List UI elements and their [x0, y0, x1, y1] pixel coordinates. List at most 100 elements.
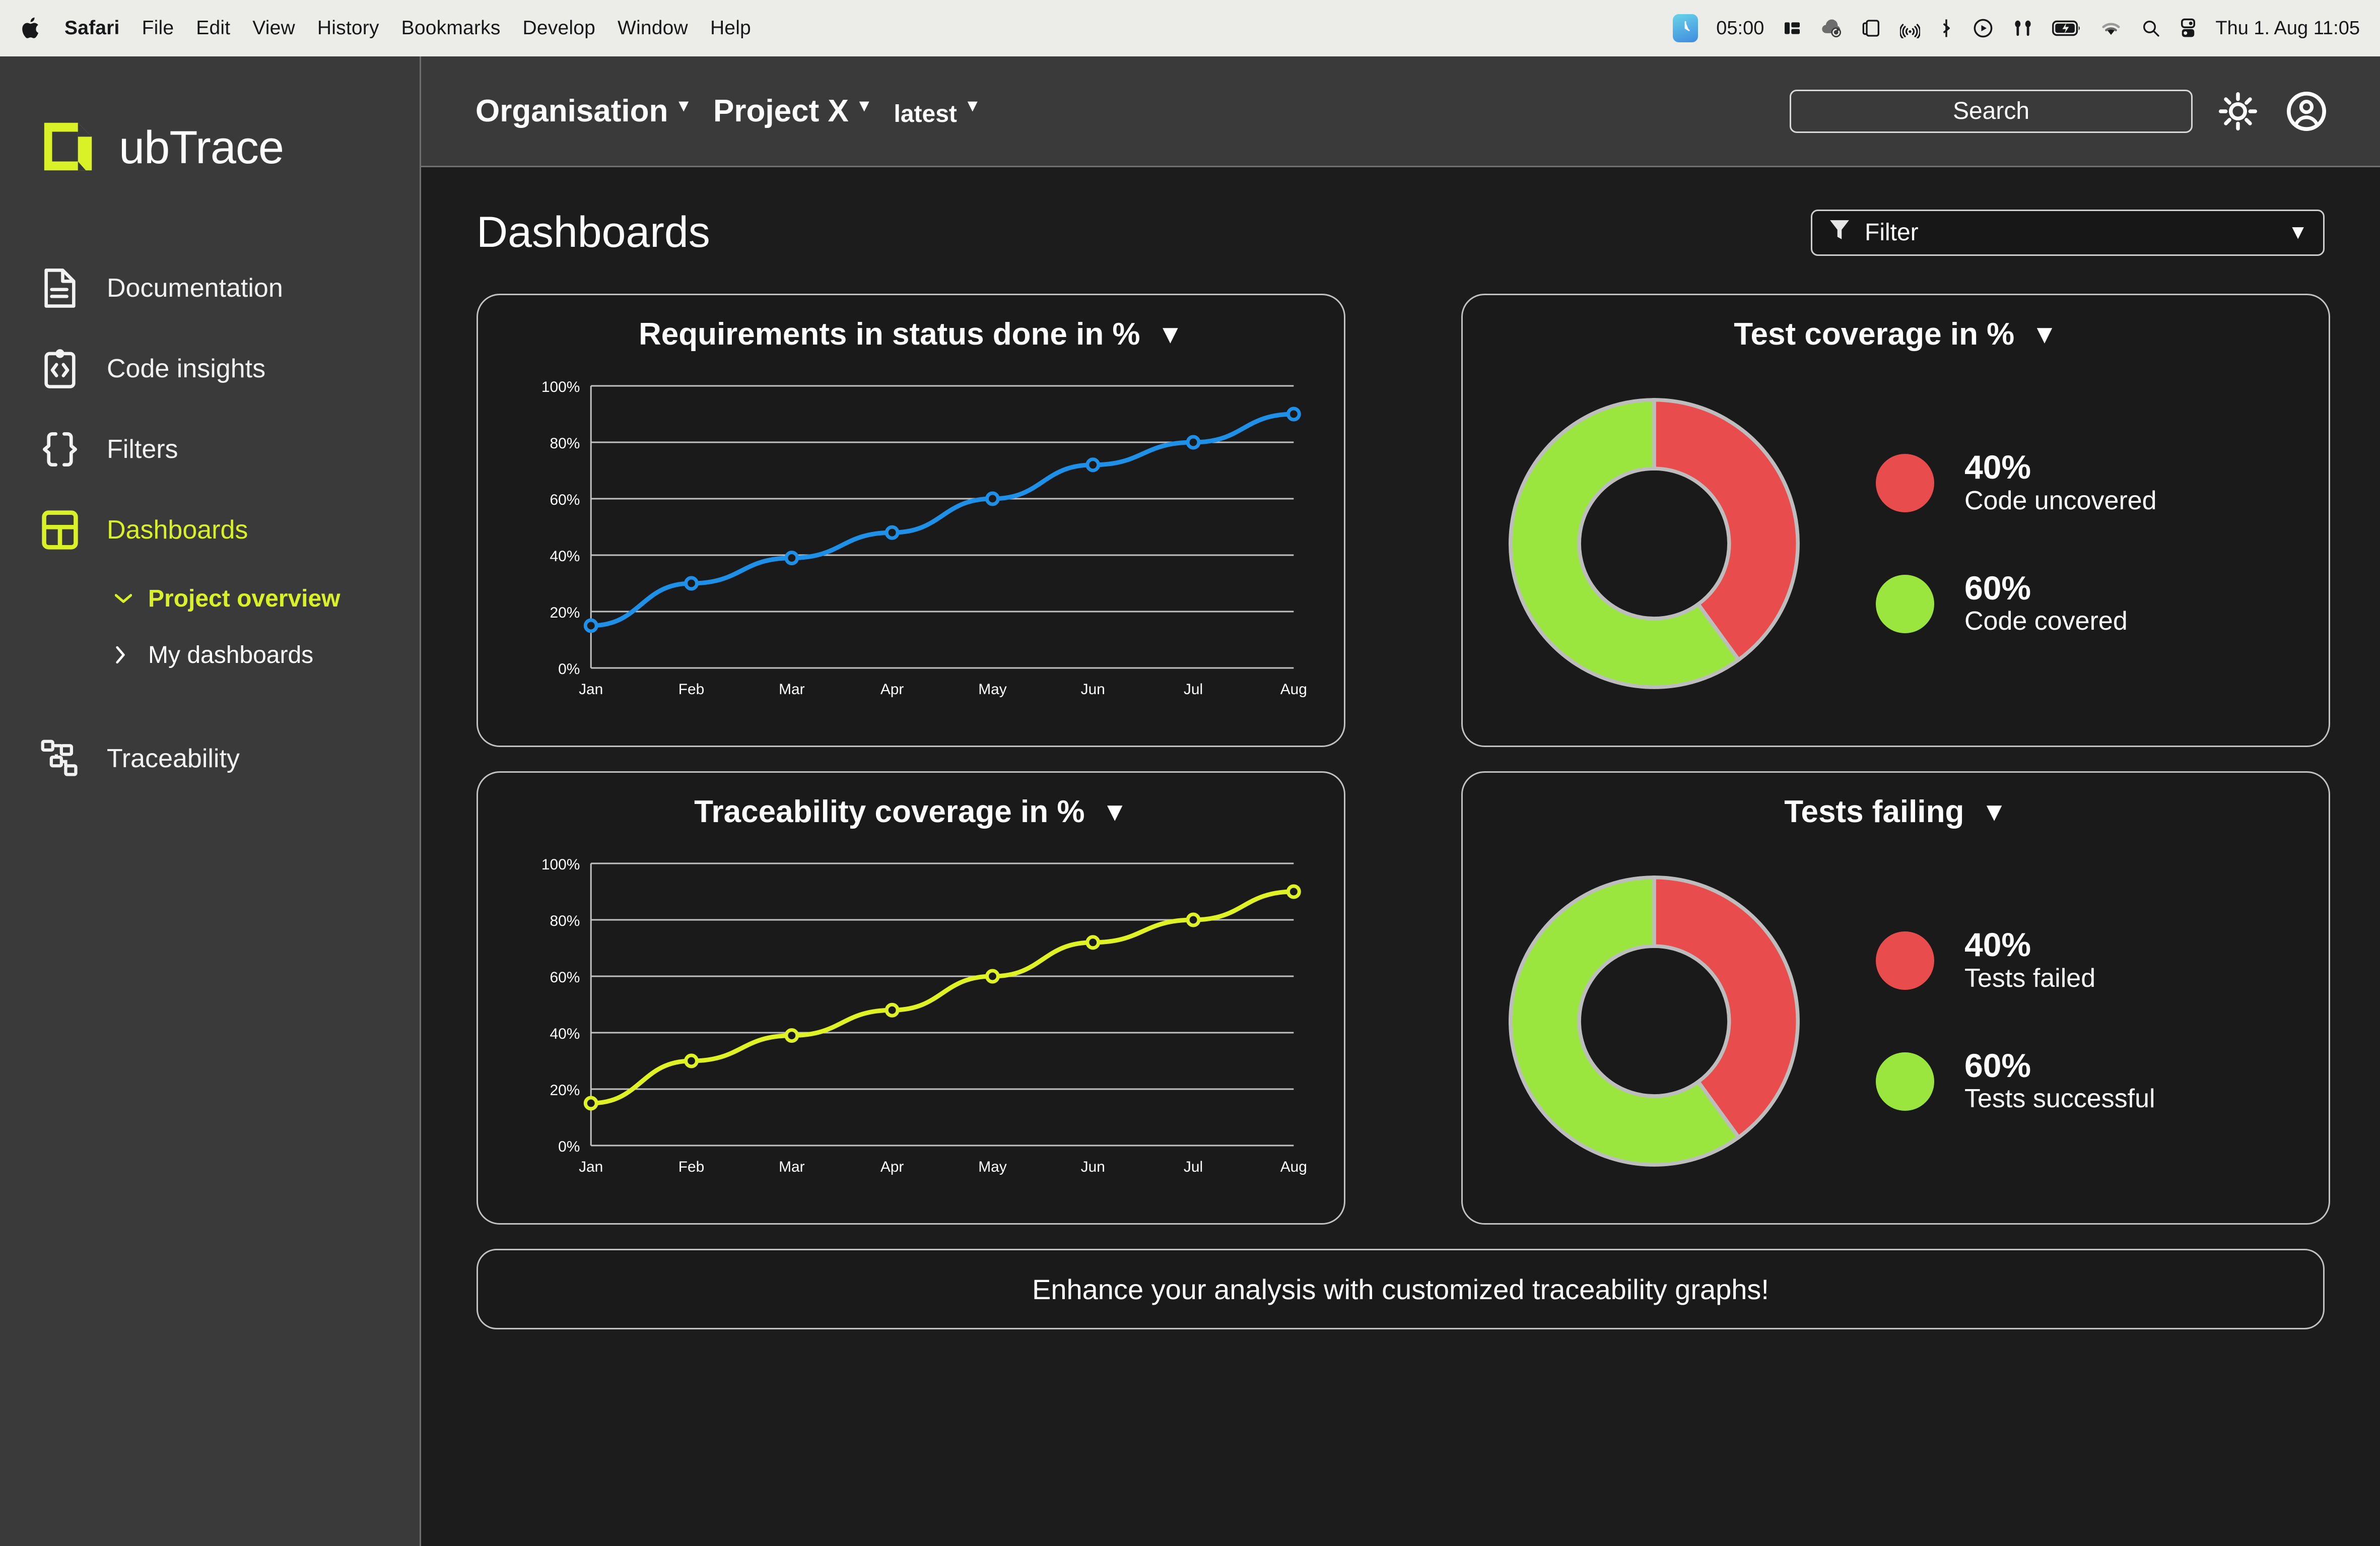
- menu-item-edit[interactable]: Edit: [196, 17, 230, 39]
- sidebar-item-traceability[interactable]: Traceability: [0, 718, 421, 799]
- y-axis-tick-label: 0%: [558, 1138, 580, 1155]
- x-axis-tick-label: Aug: [1280, 1159, 1307, 1175]
- sidebar-item-filters[interactable]: Filters: [0, 409, 421, 490]
- caret-down-icon[interactable]: ▼: [1981, 797, 2007, 827]
- y-axis-tick-label: 60%: [550, 969, 580, 986]
- menu-bar-clock[interactable]: Thu 1. Aug 11:05: [2215, 18, 2360, 39]
- main-content: Dashboards Filter ▼ Requirements in stat…: [421, 167, 2380, 1546]
- ubtrace-app-window: ubTrace Documentation Code insights Filt: [0, 56, 2380, 1546]
- funnel-icon: [1827, 217, 1852, 249]
- card-title-text: Requirements in status done in %: [638, 317, 1140, 352]
- sun-icon[interactable]: [2215, 88, 2261, 135]
- legend-item: 60% Code covered: [1876, 569, 2157, 637]
- cloud-sync-icon[interactable]: [1820, 14, 1844, 42]
- bluetooth-icon[interactable]: [1938, 14, 1954, 42]
- legend: 40% Tests failed 60% Tests successful: [1810, 927, 2155, 1114]
- sidebar-item-my-dashboards[interactable]: My dashboards: [115, 627, 421, 683]
- y-axis-tick-label: 40%: [550, 548, 580, 565]
- legend-item: 40% Code uncovered: [1876, 450, 2157, 516]
- legend-value: 60%: [1964, 1047, 2031, 1084]
- data-point-marker: [583, 618, 598, 633]
- line-chart-traceability: 0% 20% 40% 60% 80% 100% Jan Feb Mar Apr May Jun Jul A…: [478, 843, 1344, 1216]
- subnav-item-label: Project overview: [148, 585, 341, 612]
- spotlight-search-icon[interactable]: [2141, 14, 2161, 42]
- caret-down-icon[interactable]: ▼: [2031, 319, 2057, 350]
- promo-banner-text: Enhance your analysis with customized tr…: [1032, 1273, 1769, 1305]
- x-axis-tick-label: Jul: [1184, 681, 1203, 698]
- menu-item-history[interactable]: History: [317, 17, 379, 39]
- now-playing-icon[interactable]: [1973, 14, 1994, 42]
- menu-bar-status-area: 05:00 Thu 1. Aug 11:05: [1673, 14, 2360, 42]
- menu-item-file[interactable]: File: [142, 17, 174, 39]
- legend-swatch-uncovered: [1876, 454, 1934, 513]
- search-input[interactable]: [1790, 89, 2193, 133]
- menu-item-safari[interactable]: Safari: [64, 17, 120, 39]
- data-point-marker: [1085, 457, 1101, 473]
- battery-charging-icon[interactable]: [2052, 14, 2081, 42]
- airplay-icon[interactable]: [1900, 14, 1921, 42]
- data-point-marker: [885, 525, 900, 540]
- control-center-icon[interactable]: [2179, 14, 2197, 42]
- data-point-marker: [985, 969, 1000, 984]
- sidebar-item-label: Filters: [107, 435, 178, 464]
- chevron-right-icon: [115, 643, 132, 667]
- x-axis-tick-label: Apr: [880, 681, 904, 698]
- x-axis-tick-label: Mar: [779, 1159, 804, 1175]
- caret-down-icon[interactable]: ▼: [964, 97, 981, 114]
- account-avatar-icon[interactable]: [2283, 88, 2330, 135]
- legend-item: 40% Tests failed: [1876, 927, 2155, 994]
- filter-dropdown[interactable]: Filter ▼: [1811, 209, 2325, 256]
- line-chart-requirements: 0% 20% 40% 60% 80% 100% Jan Feb Mar Apr May Jun Jul A…: [478, 366, 1344, 738]
- breadcrumb-project[interactable]: Project X: [713, 93, 849, 129]
- app-logo[interactable]: ubTrace: [39, 117, 284, 179]
- y-axis-tick-label: 100%: [541, 379, 580, 395]
- donut-chart-test-coverage: [1509, 398, 1800, 689]
- sidebar-item-label: Dashboards: [107, 515, 248, 545]
- menu-item-window[interactable]: Window: [618, 17, 688, 39]
- sidebar-item-code-insights[interactable]: Code insights: [0, 328, 421, 409]
- x-axis-tick-label: Jun: [1081, 681, 1105, 698]
- promo-banner[interactable]: Enhance your analysis with customized tr…: [477, 1249, 2325, 1329]
- x-axis-tick-label: Apr: [880, 1159, 904, 1175]
- breadcrumb-version[interactable]: latest: [894, 100, 957, 128]
- dashboard-grid-icon: [39, 509, 81, 551]
- card-title: Requirements in status done in % ▼: [478, 295, 1344, 352]
- stage-manager-icon[interactable]: [1782, 14, 1802, 42]
- menu-item-help[interactable]: Help: [710, 17, 751, 39]
- legend-value: 60%: [1964, 569, 2031, 607]
- y-axis-tick-label: 0%: [558, 661, 580, 678]
- x-axis-tick-label: Feb: [678, 1159, 705, 1175]
- caret-down-icon[interactable]: ▼: [1102, 797, 1127, 827]
- menu-item-develop[interactable]: Develop: [523, 17, 596, 39]
- data-point-marker: [1085, 935, 1101, 950]
- x-axis-tick-label: Aug: [1280, 681, 1307, 698]
- timer-app-icon[interactable]: [1673, 14, 1698, 42]
- card-requirements[interactable]: Requirements in status done in % ▼ 0% 20%…: [477, 294, 1345, 747]
- caret-down-icon[interactable]: ▼: [856, 97, 873, 114]
- apple-icon[interactable]: [20, 16, 42, 41]
- sidebar-item-documentation[interactable]: Documentation: [0, 248, 421, 328]
- card-traceability-coverage[interactable]: Traceability coverage in % ▼ 0% 20% 40% 60%…: [477, 771, 1345, 1225]
- airpods-icon[interactable]: [2012, 14, 2034, 42]
- card-title: Tests failing ▼: [1463, 773, 2329, 830]
- card-tests-failing[interactable]: Tests failing ▼ 40% Tests failed 60% Tes…: [1461, 771, 2330, 1225]
- y-axis-tick-label: 40%: [550, 1026, 580, 1042]
- sidebar-item-dashboards[interactable]: Dashboards: [0, 490, 421, 570]
- wifi-icon[interactable]: [2099, 14, 2123, 42]
- menu-item-view[interactable]: View: [252, 17, 295, 39]
- caret-down-icon[interactable]: ▼: [675, 97, 692, 114]
- card-title: Traceability coverage in % ▼: [478, 773, 1344, 830]
- data-point-marker: [1286, 884, 1301, 899]
- x-axis-tick-label: May: [978, 1159, 1006, 1175]
- card-test-coverage[interactable]: Test coverage in % ▼ 40% Code uncovered: [1461, 294, 2330, 747]
- sidebar-item-project-overview[interactable]: Project overview: [115, 570, 421, 627]
- donut-chart-tests-failing: [1509, 876, 1800, 1167]
- caret-down-icon[interactable]: ▼: [1158, 319, 1183, 350]
- screen-mirroring-icon[interactable]: [1862, 14, 1882, 42]
- sidebar: ubTrace Documentation Code insights Filt: [0, 56, 421, 1546]
- breadcrumb-organisation[interactable]: Organisation: [475, 93, 668, 129]
- menu-item-bookmarks[interactable]: Bookmarks: [401, 17, 501, 39]
- card-title-text: Traceability coverage in %: [694, 794, 1085, 829]
- x-axis-tick-label: Jun: [1081, 1159, 1105, 1175]
- caret-down-icon: ▼: [2288, 221, 2308, 243]
